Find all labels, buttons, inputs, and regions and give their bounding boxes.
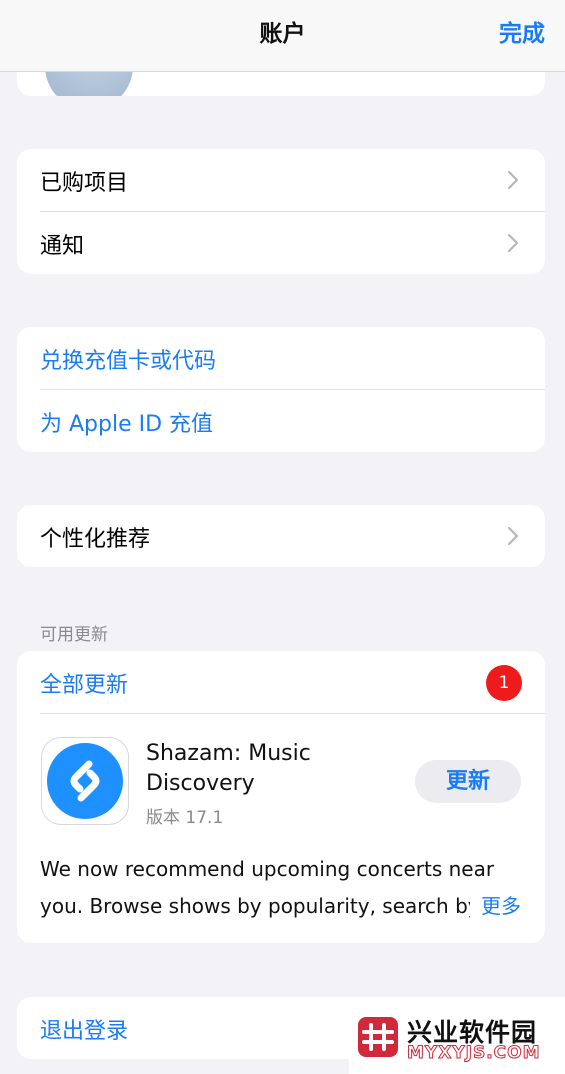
shazam-app-icon[interactable] [41,737,129,825]
redeem-row[interactable]: 兑换充值卡或代码 [40,327,545,390]
site-watermark: 兴业软件园 MYXYJS.COM [349,997,565,1074]
chevron-right-icon [507,526,519,546]
watermark-logo [358,1017,398,1057]
updates-card: 全部更新 1 Shazam: Music Discovery 版本 17.1 更… [17,651,545,943]
app-name: Shazam: Music Discovery [146,741,311,796]
updates-section-header: 可用更新 [40,625,108,645]
done-button[interactable]: 完成 [499,14,545,48]
app-release-notes: We now recommend upcoming concerts near … [40,851,510,925]
add-funds-row[interactable]: 为 Apple ID 充值 [40,390,545,452]
redeem-label: 兑换充值卡或代码 [40,349,217,374]
chevron-right-icon [507,170,519,190]
purchased-label: 已购项目 [40,171,129,196]
shazam-icon [47,743,123,819]
purchased-row[interactable]: 已购项目 [40,149,545,212]
personalized-label: 个性化推荐 [40,527,151,552]
add-funds-label: 为 Apple ID 充值 [40,412,214,437]
funds-card: 兑换充值卡或代码 为 Apple ID 充值 [17,327,545,452]
personalized-row[interactable]: 个性化推荐 [40,505,545,567]
purchases-card: 已购项目 通知 [17,149,545,274]
personalized-card: 个性化推荐 [17,505,545,567]
notifications-row[interactable]: 通知 [40,212,545,274]
signout-label: 退出登录 [40,1019,129,1044]
update-app-button[interactable]: 更新 [415,760,521,803]
release-notes-line-1: We now recommend upcoming concerts near [40,857,495,881]
update-all-label: 全部更新 [40,673,129,698]
watermark-subtitle: MYXYJS.COM [407,1043,541,1064]
app-version: 版本 17.1 [146,808,224,828]
update-all-row[interactable]: 全部更新 1 [40,651,545,714]
more-link[interactable]: 更多 [473,888,521,925]
navigation-bar: 账户 完成 [0,0,565,72]
update-count-badge: 1 [486,665,522,701]
release-notes-line-2: you. Browse shows by popularity, search … [40,894,470,918]
page-title: 账户 [259,21,306,47]
chevron-right-icon [507,233,519,253]
notifications-label: 通知 [40,234,85,259]
